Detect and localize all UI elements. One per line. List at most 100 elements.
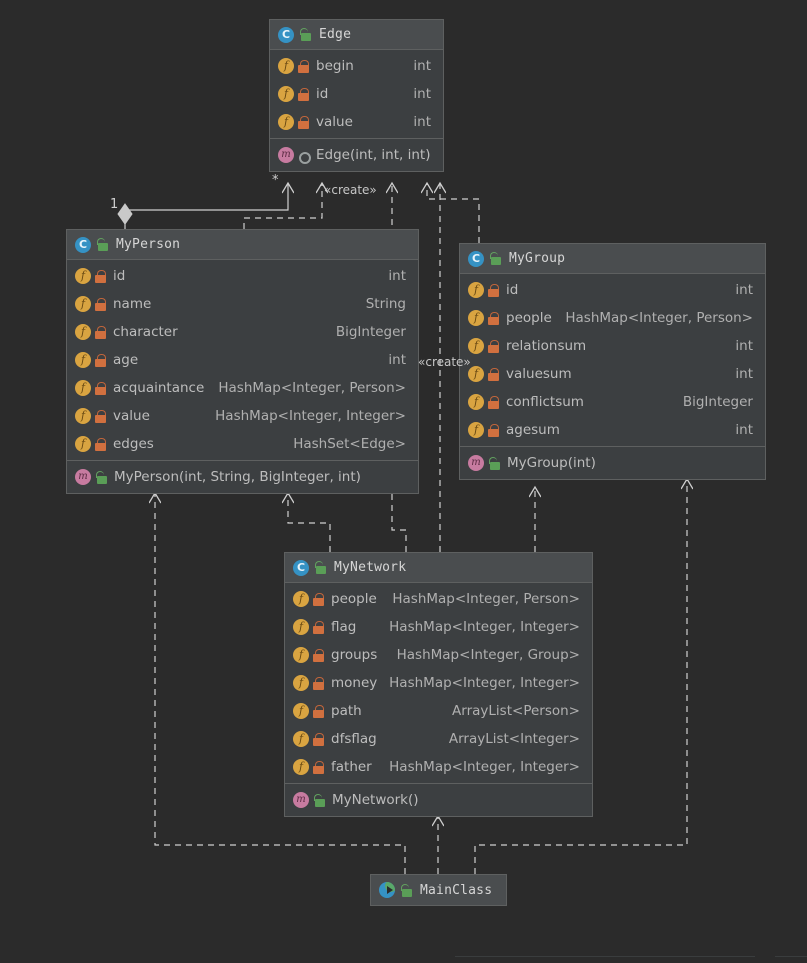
field-type: int xyxy=(725,366,753,382)
field-icon xyxy=(293,619,309,635)
lock-orange-icon xyxy=(298,60,309,73)
class-name: MainClass xyxy=(420,883,492,898)
field-row[interactable]: name String xyxy=(67,290,418,318)
class-icon xyxy=(468,251,484,267)
unlock-green-icon xyxy=(400,884,412,897)
class-box-mainclass[interactable]: MainClass xyxy=(370,874,507,906)
runnable-class-icon xyxy=(379,882,395,898)
class-box-myperson[interactable]: MyPerson id int name String character Bi… xyxy=(66,229,419,494)
lock-orange-icon xyxy=(488,312,499,325)
field-icon xyxy=(75,436,91,452)
field-icon xyxy=(75,324,91,340)
bottom-divider-right xyxy=(775,956,807,957)
lock-orange-icon xyxy=(95,270,106,283)
field-row[interactable]: value HashMap<Integer, Integer> xyxy=(67,402,418,430)
class-name: MyGroup xyxy=(509,251,565,266)
method-row[interactable]: Edge(int, int, int) xyxy=(270,141,443,169)
field-name: path xyxy=(331,703,362,719)
field-row[interactable]: people HashMap<Integer, Person> xyxy=(460,304,765,332)
field-type: int xyxy=(378,352,406,368)
field-type: HashMap<Integer, Integer> xyxy=(205,408,406,424)
field-row[interactable]: groups HashMap<Integer, Group> xyxy=(285,641,592,669)
class-box-edge[interactable]: Edge begin int id int value int xyxy=(269,19,444,172)
lock-orange-icon xyxy=(313,761,324,774)
method-row[interactable]: MyPerson(int, String, BigInteger, int) xyxy=(67,463,418,491)
unlock-green-icon xyxy=(96,238,108,251)
unlock-green-icon xyxy=(489,252,501,265)
field-row[interactable]: valuesum int xyxy=(460,360,765,388)
methods-section-mynetwork: MyNetwork() xyxy=(285,783,592,816)
lock-orange-icon xyxy=(488,340,499,353)
field-type: int xyxy=(403,58,431,74)
unlock-green-icon xyxy=(488,457,500,470)
class-box-mygroup[interactable]: MyGroup id int people HashMap<Integer, P… xyxy=(459,243,766,480)
field-icon xyxy=(293,675,309,691)
relation-network-person-create xyxy=(288,493,330,552)
lock-orange-icon xyxy=(95,410,106,423)
fields-section-mynetwork: people HashMap<Integer, Person> flag Has… xyxy=(285,583,592,783)
class-header-mygroup[interactable]: MyGroup xyxy=(460,244,765,274)
field-row[interactable]: age int xyxy=(67,346,418,374)
method-row[interactable]: MyGroup(int) xyxy=(460,449,765,477)
lock-orange-icon xyxy=(313,621,324,634)
field-row[interactable]: id int xyxy=(460,276,765,304)
field-type: HashSet<Edge> xyxy=(283,436,406,452)
class-box-mynetwork[interactable]: MyNetwork people HashMap<Integer, Person… xyxy=(284,552,593,817)
field-row[interactable]: relationsum int xyxy=(460,332,765,360)
field-row[interactable]: money HashMap<Integer, Integer> xyxy=(285,669,592,697)
field-row[interactable]: character BigInteger xyxy=(67,318,418,346)
method-signature: MyGroup(int) xyxy=(507,455,596,471)
field-row[interactable]: path ArrayList<Person> xyxy=(285,697,592,725)
field-type: int xyxy=(725,338,753,354)
class-icon xyxy=(75,237,91,253)
field-name: value xyxy=(113,408,150,424)
class-icon xyxy=(293,560,309,576)
field-row[interactable]: id int xyxy=(270,80,443,108)
lock-orange-icon xyxy=(488,368,499,381)
field-type: String xyxy=(356,296,406,312)
method-row[interactable]: MyNetwork() xyxy=(285,786,592,814)
field-name: acquaintance xyxy=(113,380,204,396)
class-header-mynetwork[interactable]: MyNetwork xyxy=(285,553,592,583)
field-row[interactable]: begin int xyxy=(270,52,443,80)
field-row[interactable]: people HashMap<Integer, Person> xyxy=(285,585,592,613)
method-signature: MyPerson(int, String, BigInteger, int) xyxy=(114,469,361,485)
field-name: begin xyxy=(316,58,354,74)
methods-section-myperson: MyPerson(int, String, BigInteger, int) xyxy=(67,460,418,493)
field-icon xyxy=(468,282,484,298)
lock-orange-icon xyxy=(298,88,309,101)
lock-orange-icon xyxy=(313,733,324,746)
field-row[interactable]: value int xyxy=(270,108,443,136)
lock-orange-icon xyxy=(313,705,324,718)
lock-orange-icon xyxy=(488,284,499,297)
field-row[interactable]: dfsflag ArrayList<Integer> xyxy=(285,725,592,753)
field-type: int xyxy=(378,268,406,284)
field-row[interactable]: flag HashMap<Integer, Integer> xyxy=(285,613,592,641)
field-name: name xyxy=(113,296,151,312)
field-row[interactable]: acquaintance HashMap<Integer, Person> xyxy=(67,374,418,402)
field-row[interactable]: father HashMap<Integer, Integer> xyxy=(285,753,592,781)
field-type: HashMap<Integer, Person> xyxy=(208,380,406,396)
uml-diagram-canvas[interactable]: Edge : solid aggregation --> xyxy=(0,0,807,963)
lock-orange-icon xyxy=(488,396,499,409)
fields-section-edge: begin int id int value int xyxy=(270,50,443,138)
lock-orange-icon xyxy=(298,116,309,129)
field-row[interactable]: edges HashSet<Edge> xyxy=(67,430,418,458)
field-name: father xyxy=(331,759,372,775)
unlock-green-icon xyxy=(95,471,107,484)
class-header-myperson[interactable]: MyPerson xyxy=(67,230,418,260)
method-icon xyxy=(293,792,309,808)
bottom-divider xyxy=(455,956,755,957)
field-icon xyxy=(293,731,309,747)
field-name: id xyxy=(113,268,125,284)
field-icon xyxy=(278,114,294,130)
field-icon xyxy=(468,422,484,438)
lock-orange-icon xyxy=(95,382,106,395)
field-row[interactable]: conflictsum BigInteger xyxy=(460,388,765,416)
field-name: edges xyxy=(113,436,154,452)
class-header-edge[interactable]: Edge xyxy=(270,20,443,50)
field-row[interactable]: agesum int xyxy=(460,416,765,444)
field-row[interactable]: id int xyxy=(67,262,418,290)
class-header-mainclass[interactable]: MainClass xyxy=(371,875,506,905)
create-label-middle: «create» xyxy=(418,355,471,369)
